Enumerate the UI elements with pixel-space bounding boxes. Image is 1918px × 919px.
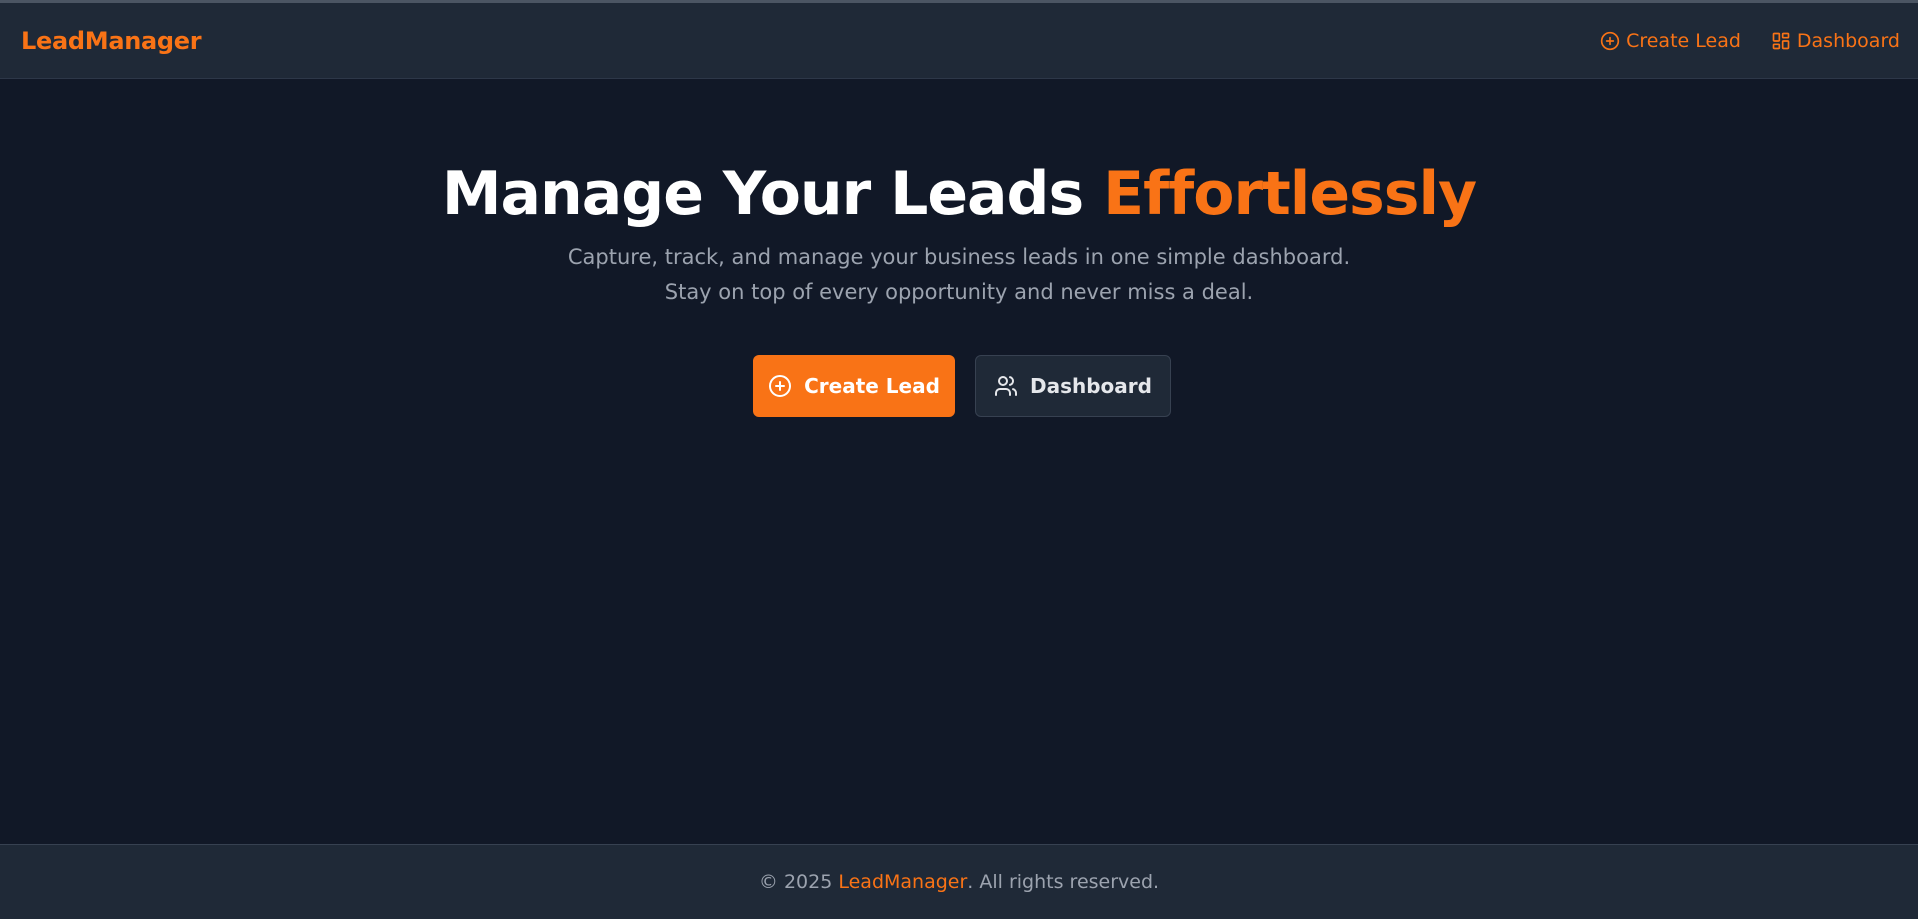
create-lead-button-label: Create Lead <box>804 374 940 398</box>
dashboard-grid-icon <box>1772 32 1790 49</box>
dashboard-button[interactable]: Dashboard <box>975 355 1171 417</box>
footer-brand: LeadManager <box>838 871 968 893</box>
footer-copyright-prefix: © 2025 <box>758 871 833 893</box>
hero-title: Manage Your Leads Effortlessly <box>0 158 1918 230</box>
hero-section: Manage Your Leads Effortlessly Capture, … <box>0 80 1918 417</box>
nav-dashboard-link[interactable]: Dashboard <box>1771 30 1900 52</box>
footer: © 2025 LeadManager. All rights reserved. <box>0 844 1918 919</box>
create-lead-button[interactable]: Create Lead <box>753 355 955 417</box>
nav-create-lead-label: Create Lead <box>1626 29 1741 52</box>
plus-circle-icon <box>1600 31 1620 50</box>
brand-logo[interactable]: LeadManager <box>21 27 202 55</box>
hero-buttons: Create Lead Dashboard <box>0 355 1918 417</box>
hero-subtitle: Capture, track, and manage your business… <box>567 245 1351 304</box>
nav-links: Create Lead Dashboard <box>1600 30 1900 52</box>
users-icon <box>995 376 1017 396</box>
nav-create-lead-link[interactable]: Create Lead <box>1600 30 1741 52</box>
hero-title-main: Manage Your Leads <box>441 159 1104 229</box>
dashboard-button-label: Dashboard <box>1030 374 1152 398</box>
navbar: LeadManager Create Lead Dashboard <box>0 3 1918 79</box>
plus-circle-icon <box>769 375 792 397</box>
nav-dashboard-label: Dashboard <box>1796 29 1900 52</box>
footer-copyright-suffix: . All rights reserved. <box>967 871 1160 893</box>
hero-title-accent: Effortlessly <box>1103 159 1477 229</box>
